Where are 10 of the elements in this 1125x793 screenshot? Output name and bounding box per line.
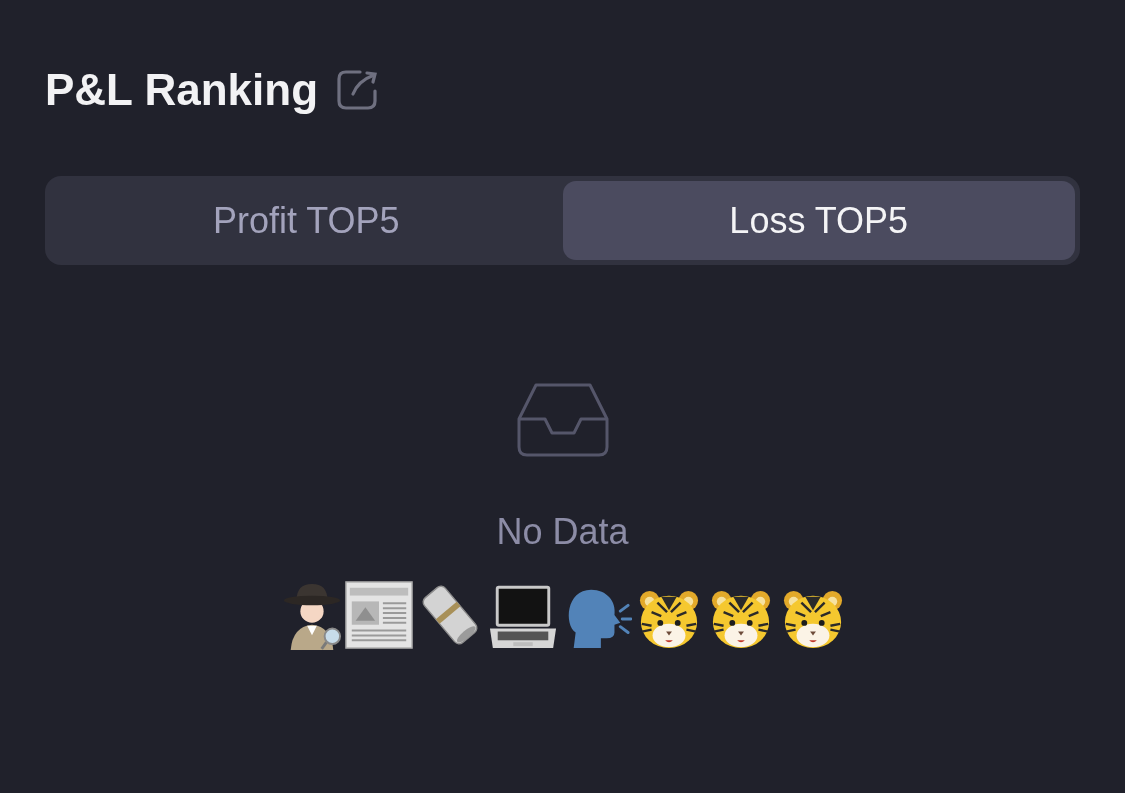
empty-message: No Data <box>496 510 629 554</box>
tab[interactable]: Profit TOP5 <box>50 181 563 260</box>
tiger-face-icon <box>638 588 700 650</box>
newspaper-icon <box>343 580 415 650</box>
tab[interactable]: Loss TOP5 <box>562 181 1075 260</box>
page-title: P&L Ranking <box>45 64 318 116</box>
tiger-face-icon <box>782 588 844 650</box>
empty-inbox-icon <box>516 383 609 457</box>
tiger-face-icon <box>710 588 772 650</box>
edit-icon[interactable] <box>336 69 378 111</box>
